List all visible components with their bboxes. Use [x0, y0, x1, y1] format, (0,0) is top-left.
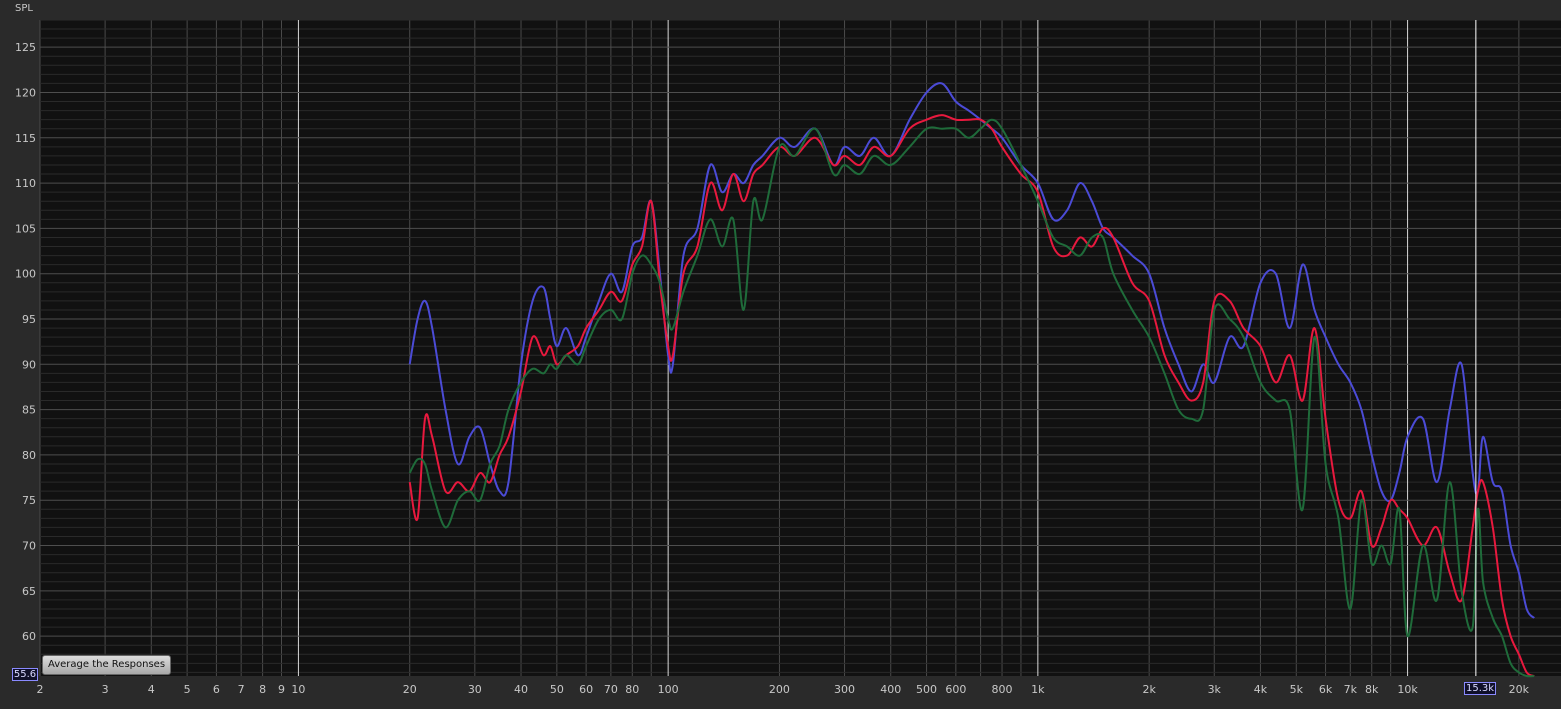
x-tick-label: 30	[468, 683, 482, 696]
x-tick-label: 800	[992, 683, 1013, 696]
x-tick-label: 8k	[1365, 683, 1379, 696]
y-tick-label: 105	[15, 222, 36, 235]
y-tick-label: 115	[15, 132, 36, 145]
x-tick-label: 2	[37, 683, 44, 696]
x-tick-label: 80	[625, 683, 639, 696]
x-tick-label: 20	[403, 683, 417, 696]
y-tick-labels: 60 65 70 75 80 85 90 95 100 105 110 115 120 125	[15, 41, 36, 643]
x-tick-label: 70	[604, 683, 618, 696]
x-tick-label: 9	[278, 683, 285, 696]
y-axis-title: SPL	[15, 3, 33, 14]
x-tick-label: 3	[102, 683, 109, 696]
x-tick-label: 6k	[1319, 683, 1333, 696]
x-tick-label: 1k	[1031, 683, 1045, 696]
spl-chart[interactable]: 60 65 70 75 80 85 90 95 100 105 110 115 120 125 2 3 4 5 6…	[0, 0, 1561, 709]
x-tick-label: 300	[834, 683, 855, 696]
x-tick-label: 100	[658, 683, 679, 696]
x-tick-label: 4	[148, 683, 155, 696]
x-tick-label: 40	[514, 683, 528, 696]
y-tick-label: 120	[15, 86, 36, 99]
x-tick-label: 2k	[1142, 683, 1156, 696]
x-tick-label: 20k	[1509, 683, 1530, 696]
y-tick-label: 90	[22, 358, 36, 371]
x-tick-label: 7	[238, 683, 245, 696]
x-tick-label: 10	[291, 683, 305, 696]
x-tick-label: 400	[880, 683, 901, 696]
y-cursor-readout: 55.6	[12, 668, 38, 681]
x-tick-label: 3k	[1208, 683, 1222, 696]
y-tick-label: 85	[22, 404, 36, 417]
average-responses-button[interactable]: Average the Responses	[42, 655, 171, 675]
y-tick-label: 70	[22, 540, 36, 553]
x-tick-label: 60	[579, 683, 593, 696]
y-tick-label: 110	[15, 177, 36, 190]
x-tick-label: 8	[259, 683, 266, 696]
x-tick-label: 4k	[1254, 683, 1268, 696]
y-tick-label: 75	[22, 494, 36, 507]
app-frame: 60 65 70 75 80 85 90 95 100 105 110 115 120 125 2 3 4 5 6…	[0, 0, 1561, 709]
x-tick-label: 5	[184, 683, 191, 696]
y-tick-label: 125	[15, 41, 36, 54]
y-tick-label: 60	[22, 630, 36, 643]
plot-area[interactable]	[40, 20, 1561, 676]
y-tick-label: 95	[22, 313, 36, 326]
x-tick-label: 200	[769, 683, 790, 696]
x-cursor-readout: 15.3k	[1464, 682, 1496, 695]
y-tick-label: 65	[22, 585, 36, 598]
x-tick-label: 500	[916, 683, 937, 696]
x-tick-label: 50	[550, 683, 564, 696]
y-tick-label: 80	[22, 449, 36, 462]
y-tick-label: 100	[15, 268, 36, 281]
x-tick-label: 600	[945, 683, 966, 696]
x-tick-label: 7k	[1344, 683, 1358, 696]
x-tick-label: 5k	[1290, 683, 1304, 696]
x-tick-label: 6	[213, 683, 220, 696]
x-tick-labels: 2 3 4 5 6 7 8 9 10 20 30 40 50 60 70 80 100 200 300 400 500 6…	[37, 683, 1530, 696]
x-tick-label: 10k	[1397, 683, 1418, 696]
